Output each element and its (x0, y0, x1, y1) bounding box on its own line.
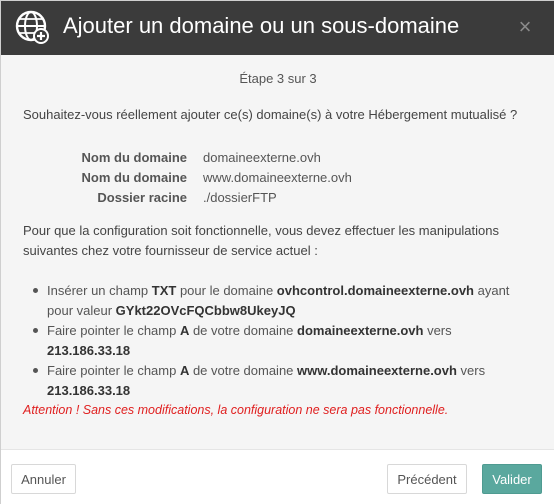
confirmation-question: Souhaitez-vous réellement ajouter ce(s) … (23, 107, 518, 122)
step-emphasis: 213.186.33.18 (47, 343, 131, 358)
instruction-list: Insérer un champ TXT pour le domaine ovh… (33, 281, 533, 401)
step-text: Faire pointer le champ (47, 323, 180, 338)
detail-label: Nom du domaine (81, 149, 187, 165)
step-text: Faire pointer le champ (47, 363, 180, 378)
bullet-icon (33, 328, 38, 333)
step-emphasis: www.domaineexterne.ovh (297, 363, 457, 378)
step-emphasis: GYkt22OVcFQCbbw8UkeyJQ (115, 303, 296, 318)
cancel-button[interactable]: Annuler (11, 464, 76, 494)
detail-value: ./dossierFTP (203, 189, 277, 205)
detail-value: www.domaineexterne.ovh (203, 169, 352, 185)
step-emphasis: domaineexterne.ovh (297, 323, 424, 338)
close-icon[interactable]: × (513, 15, 537, 39)
step-emphasis: A (179, 323, 190, 338)
detail-row: Dossier racine ./dossierFTP (23, 187, 543, 207)
detail-value: domaineexterne.ovh (203, 149, 321, 165)
step-emphasis: TXT (151, 283, 177, 298)
step-text: pour le domaine (176, 283, 277, 298)
warning-text: Attention ! Sans ces modifications, la c… (23, 403, 449, 417)
dialog-footer: Annuler Précédent Valider (1, 449, 554, 504)
list-item: Faire pointer le champ A de votre domain… (33, 321, 533, 361)
step-text: de votre domaine (189, 323, 298, 338)
step-text: vers (423, 323, 452, 338)
step-emphasis: 213.186.33.18 (47, 383, 131, 398)
bullet-icon (33, 368, 38, 373)
dialog-title: Ajouter un domaine ou un sous-domaine (63, 13, 460, 38)
detail-row: Nom du domaine www.domaineexterne.ovh (23, 167, 543, 187)
dialog-body: Étape 3 sur 3 Souhaitez-vous réellement … (1, 55, 554, 449)
step-emphasis: A (179, 363, 190, 378)
instructions-text: Pour que la configuration soit fonctionn… (23, 223, 499, 258)
detail-row: Nom du domaine domaineexterne.ovh (23, 147, 543, 167)
list-item: Insérer un champ TXT pour le domaine ovh… (33, 281, 533, 321)
globe-add-icon (15, 10, 49, 44)
step-text: Insérer un champ (47, 283, 152, 298)
domain-details: Nom du domaine domaineexterne.ovh Nom du… (23, 147, 543, 207)
step-indicator: Étape 3 sur 3 (239, 71, 317, 86)
detail-label: Dossier racine (97, 189, 187, 205)
step-text: de votre domaine (189, 363, 298, 378)
dialog-header: Ajouter un domaine ou un sous-domaine × (1, 1, 554, 55)
add-domain-dialog: Ajouter un domaine ou un sous-domaine × … (0, 0, 554, 504)
bullet-icon (33, 288, 38, 293)
step-text: vers (456, 363, 486, 378)
step-emphasis: ovhcontrol.domaineexterne.ovh (276, 283, 474, 298)
previous-button[interactable]: Précédent (387, 464, 467, 494)
list-item: Faire pointer le champ A de votre domain… (33, 361, 533, 401)
confirm-button[interactable]: Valider (482, 464, 542, 494)
detail-label: Nom du domaine (81, 169, 187, 185)
